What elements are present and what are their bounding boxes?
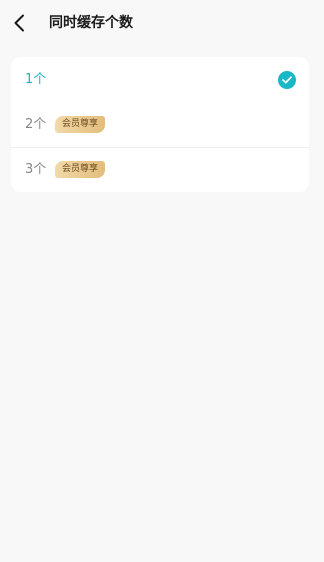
option-label: 3个 bbox=[25, 161, 47, 177]
chevron-left-icon bbox=[14, 14, 24, 32]
top-bar: 同时缓存个数 bbox=[0, 0, 324, 46]
cache-count-options: 1个 2个 会员尊享 3个 会员尊享 bbox=[11, 57, 309, 192]
page-title: 同时缓存个数 bbox=[49, 15, 133, 31]
option-1[interactable]: 1个 bbox=[11, 57, 309, 102]
check-circle-icon bbox=[278, 70, 296, 89]
vip-badge: 会员尊享 bbox=[55, 161, 106, 178]
option-label: 2个 bbox=[25, 116, 47, 132]
option-label: 1个 bbox=[25, 71, 47, 87]
option-2[interactable]: 2个 会员尊享 bbox=[11, 102, 309, 147]
vip-badge: 会员尊享 bbox=[55, 116, 106, 133]
option-3[interactable]: 3个 会员尊享 bbox=[11, 147, 309, 192]
back-button[interactable] bbox=[8, 11, 30, 35]
